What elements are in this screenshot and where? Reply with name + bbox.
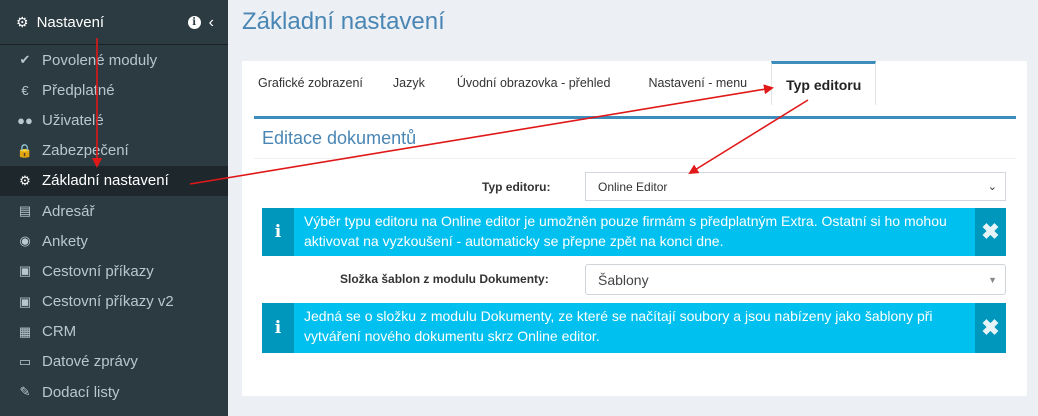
sidebar-item-label: Cestovní příkazy (42, 262, 154, 280)
sidebar: ⚙ Nastavení i ‹ ✔ Povolené moduly € Předpla… (0, 0, 228, 416)
sidebar-header-label: Nastavení (36, 13, 105, 31)
sidebar-item-label: Dodací listy (42, 383, 120, 401)
template-folder-label: Složka šablon z modulu Dokumenty: (340, 272, 549, 286)
train-icon: ▣ (18, 263, 32, 279)
editor-info-alert: i Výběr typu editoru na Online editor je… (262, 208, 1006, 256)
settings-box: Grafické zobrazení Jazyk Úvodní obrazovk… (242, 61, 1027, 396)
panel-title: Editace dokumentů (254, 119, 1016, 159)
close-icon[interactable]: ✖ (975, 208, 1006, 256)
editor-type-value: Online Editor (598, 179, 668, 194)
sidebar-item-label: Cestovní příkazy v2 (42, 293, 174, 311)
sidebar-item[interactable]: ◉ Ankety (0, 226, 228, 256)
sidebar-menu: ✔ Povolené moduly € Předplatné ●● Uživatelé 🔒 Z… (0, 45, 228, 407)
template-folder-select[interactable]: Šablony ▼ (585, 264, 1006, 295)
sidebar-header-settings[interactable]: ⚙ Nastavení i ‹ (0, 0, 228, 45)
folder-info-alert: i Jedná se o složku z modulu Dokumenty, … (262, 303, 1006, 353)
sidebar-item[interactable]: ✔ Povolené moduly (0, 45, 228, 75)
cogs-icon: ⚙ (19, 172, 31, 188)
euro-icon: € (21, 82, 29, 98)
sidebar-item-label: Povolené moduly (42, 51, 158, 69)
template-folder-value: Šablony (598, 271, 649, 288)
lock-icon: 🔒 (16, 142, 34, 158)
page-title: Základní nastavení (242, 8, 445, 35)
tab-menu-settings[interactable]: Nastavení - menu (628, 61, 767, 105)
sidebar-item-label: Základní nastavení (42, 172, 169, 190)
editor-type-label: Typ editoru: (482, 180, 551, 194)
document-editing-panel: Editace dokumentů Typ editoru: Online Ed… (254, 116, 1016, 386)
sidebar-item[interactable]: ●● Uživatelé (0, 105, 228, 135)
settings-tabs: Grafické zobrazení Jazyk Úvodní obrazovk… (242, 61, 1027, 105)
tab-editor-type[interactable]: Typ editoru (771, 61, 877, 105)
users-icon: ●● (17, 112, 33, 128)
inbox-icon: ▭ (18, 353, 32, 369)
train-icon: ▣ (18, 293, 32, 309)
sidebar-item-label: Zabezpečení (42, 142, 129, 160)
cogs-icon: ⚙ (16, 13, 29, 30)
sidebar-item-label: Předplatné (42, 81, 115, 99)
sidebar-item-label: Datové zprávy (42, 353, 138, 371)
sidebar-item-label: Ankety (42, 232, 88, 250)
close-icon[interactable]: ✖ (975, 303, 1006, 353)
sidebar-item-label: Adresář (42, 202, 95, 220)
sidebar-item-label: CRM (42, 323, 77, 341)
sidebar-item[interactable]: ▭ Datové zprávy (0, 347, 228, 377)
sidebar-item[interactable]: ⚙ Základní nastavení (0, 165, 228, 196)
editor-type-select[interactable]: Online Editor ⌄ (585, 172, 1006, 201)
tab-language[interactable]: Jazyk (379, 61, 439, 105)
sidebar-item[interactable]: ✎ Dodací listy (0, 377, 228, 407)
sidebar-item[interactable]: 🔒 Zabezpečení (0, 136, 228, 166)
sidebar-item[interactable]: ▣ Cestovní příkazy (0, 256, 228, 286)
book-icon: ▤ (18, 203, 32, 219)
tab-dashboard[interactable]: Úvodní obrazovka - přehled (439, 61, 629, 105)
alert-text: Výběr typu editoru na Online editor je u… (304, 213, 947, 249)
alert-text: Jedná se o složku z modulu Dokumenty, ze… (304, 308, 933, 344)
sidebar-item[interactable]: ▤ Adresář (0, 196, 228, 226)
info-icon: i (262, 303, 294, 353)
edit-icon: ✎ (19, 384, 31, 400)
sidebar-item[interactable]: ▦ CRM (0, 317, 228, 347)
sidebar-item[interactable]: € Předplatné (0, 75, 228, 105)
building-icon: ▦ (18, 323, 32, 339)
dropdown-triangle-icon: ▼ (988, 274, 997, 285)
tab-graphics[interactable]: Grafické zobrazení (242, 61, 379, 105)
collapse-chevron-icon[interactable]: ‹ (209, 14, 214, 32)
chevron-down-icon: ⌄ (987, 181, 997, 193)
info-icon: i (262, 208, 294, 256)
info-icon[interactable]: i (187, 16, 201, 29)
content-header: Základní nastavení (242, 8, 445, 36)
check-icon: ✔ (19, 52, 31, 68)
sidebar-item[interactable]: ▣ Cestovní příkazy v2 (0, 287, 228, 317)
bullseye-icon: ◉ (19, 233, 31, 249)
sidebar-item-label: Uživatelé (42, 111, 104, 129)
